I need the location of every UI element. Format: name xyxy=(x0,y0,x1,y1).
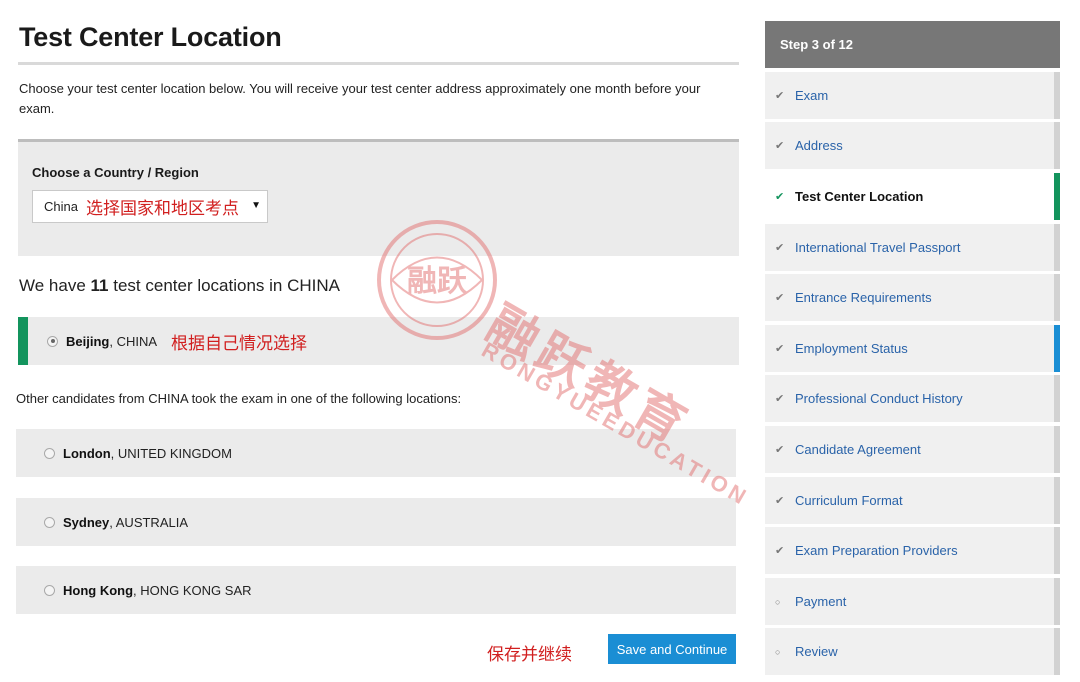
step-item-travel-passport[interactable]: ✔ International Travel Passport xyxy=(765,224,1060,271)
location-country: , UNITED KINGDOM xyxy=(110,445,232,461)
step-progress-sidebar: Step 3 of 12 ✔ Exam ✔ Address ✔ Test Cen… xyxy=(765,21,1060,675)
step-counter: Step 3 of 12 xyxy=(765,21,1060,68)
country-region-label: Choose a Country / Region xyxy=(32,165,199,180)
checkmark-icon: ✔ xyxy=(775,292,785,304)
radio-unchecked-icon[interactable] xyxy=(44,447,55,459)
save-annotation: 保存并继续 xyxy=(487,645,572,664)
main-content: Test Center Location Choose your test ce… xyxy=(0,0,745,682)
location-count-heading: We have 11 test center locations in CHIN… xyxy=(19,276,340,296)
location-country: , AUSTRALIA xyxy=(109,514,188,530)
checkmark-icon: ✔ xyxy=(775,393,785,405)
location-option[interactable]: Sydney , AUSTRALIA xyxy=(16,498,736,546)
location-count-suffix: test center locations in CHINA xyxy=(113,276,340,295)
location-city: London xyxy=(63,445,111,461)
step-label: Test Center Location xyxy=(795,189,924,204)
checkmark-icon: ✔ xyxy=(775,90,785,102)
checkmark-icon: ✔ xyxy=(775,343,785,355)
checkmark-icon: ✔ xyxy=(775,444,785,456)
step-item-review[interactable]: ○ Review xyxy=(765,628,1060,675)
location-option-selected[interactable]: Beijing , CHINA 根据自己情况选择 xyxy=(18,317,739,365)
step-label: Professional Conduct History xyxy=(795,391,963,406)
location-country: , CHINA xyxy=(109,333,158,349)
radio-unchecked-icon[interactable] xyxy=(44,584,55,596)
step-label: Candidate Agreement xyxy=(795,442,921,457)
location-city: Hong Kong xyxy=(63,582,134,598)
country-select[interactable]: China 选择国家和地区考点 ▼ xyxy=(32,190,268,223)
step-label: Address xyxy=(795,138,843,153)
intro-text: Choose your test center location below. … xyxy=(19,81,701,116)
radio-unchecked-icon[interactable] xyxy=(44,516,55,528)
location-annotation: 根据自己情况选择 xyxy=(171,333,308,353)
step-item-address[interactable]: ✔ Address xyxy=(765,122,1060,169)
step-item-employment-status[interactable]: ✔ Employment Status xyxy=(765,325,1060,372)
checkmark-icon: ✔ xyxy=(775,140,785,152)
step-label: Entrance Requirements xyxy=(795,290,932,305)
location-country: , HONG KONG SAR xyxy=(133,582,252,598)
step-label: Curriculum Format xyxy=(795,493,903,508)
step-item-exam[interactable]: ✔ Exam xyxy=(765,72,1060,119)
location-city: Sydney xyxy=(63,514,110,530)
step-item-curriculum-format[interactable]: ✔ Curriculum Format xyxy=(765,477,1060,524)
checkmark-icon: ✔ xyxy=(775,242,785,254)
step-item-professional-conduct[interactable]: ✔ Professional Conduct History xyxy=(765,375,1060,422)
step-label: Review xyxy=(795,644,838,659)
step-label: International Travel Passport xyxy=(795,240,961,255)
step-item-exam-prep-providers[interactable]: ✔ Exam Preparation Providers xyxy=(765,527,1060,574)
location-option[interactable]: London , UNITED KINGDOM xyxy=(16,429,736,477)
title-divider xyxy=(18,62,739,65)
checkmark-icon: ✔ xyxy=(775,545,785,557)
page-title: Test Center Location xyxy=(19,22,282,52)
checkmark-icon: ✔ xyxy=(775,495,785,507)
step-label: Payment xyxy=(795,594,847,609)
checkmark-icon: ✔ xyxy=(775,191,785,203)
location-count: 11 xyxy=(90,276,109,295)
location-city: Beijing xyxy=(66,333,110,349)
pending-circle-icon: ○ xyxy=(775,596,781,607)
dropdown-arrow-icon: ▼ xyxy=(251,200,261,211)
radio-checked-icon[interactable] xyxy=(47,335,58,347)
country-region-panel: Choose a Country / Region China 选择国家和地区考… xyxy=(18,139,739,256)
step-item-payment[interactable]: ○ Payment xyxy=(765,578,1060,625)
location-option[interactable]: Hong Kong , HONG KONG SAR xyxy=(16,566,736,614)
step-item-entrance-requirements[interactable]: ✔ Entrance Requirements xyxy=(765,274,1060,321)
step-label: Exam xyxy=(795,88,829,103)
step-label: Employment Status xyxy=(795,341,908,356)
country-annotation: 选择国家和地区考点 xyxy=(85,199,239,218)
step-label: Exam Preparation Providers xyxy=(795,543,958,558)
location-count-prefix: We have xyxy=(19,276,86,295)
pending-circle-icon: ○ xyxy=(775,646,781,657)
other-locations-label: Other candidates from CHINA took the exa… xyxy=(16,391,462,406)
country-select-value: China xyxy=(44,199,78,214)
step-item-candidate-agreement[interactable]: ✔ Candidate Agreement xyxy=(765,426,1060,473)
save-and-continue-button[interactable]: Save and Continue xyxy=(608,634,736,664)
step-item-test-center-location[interactable]: ✔ Test Center Location xyxy=(765,173,1060,220)
